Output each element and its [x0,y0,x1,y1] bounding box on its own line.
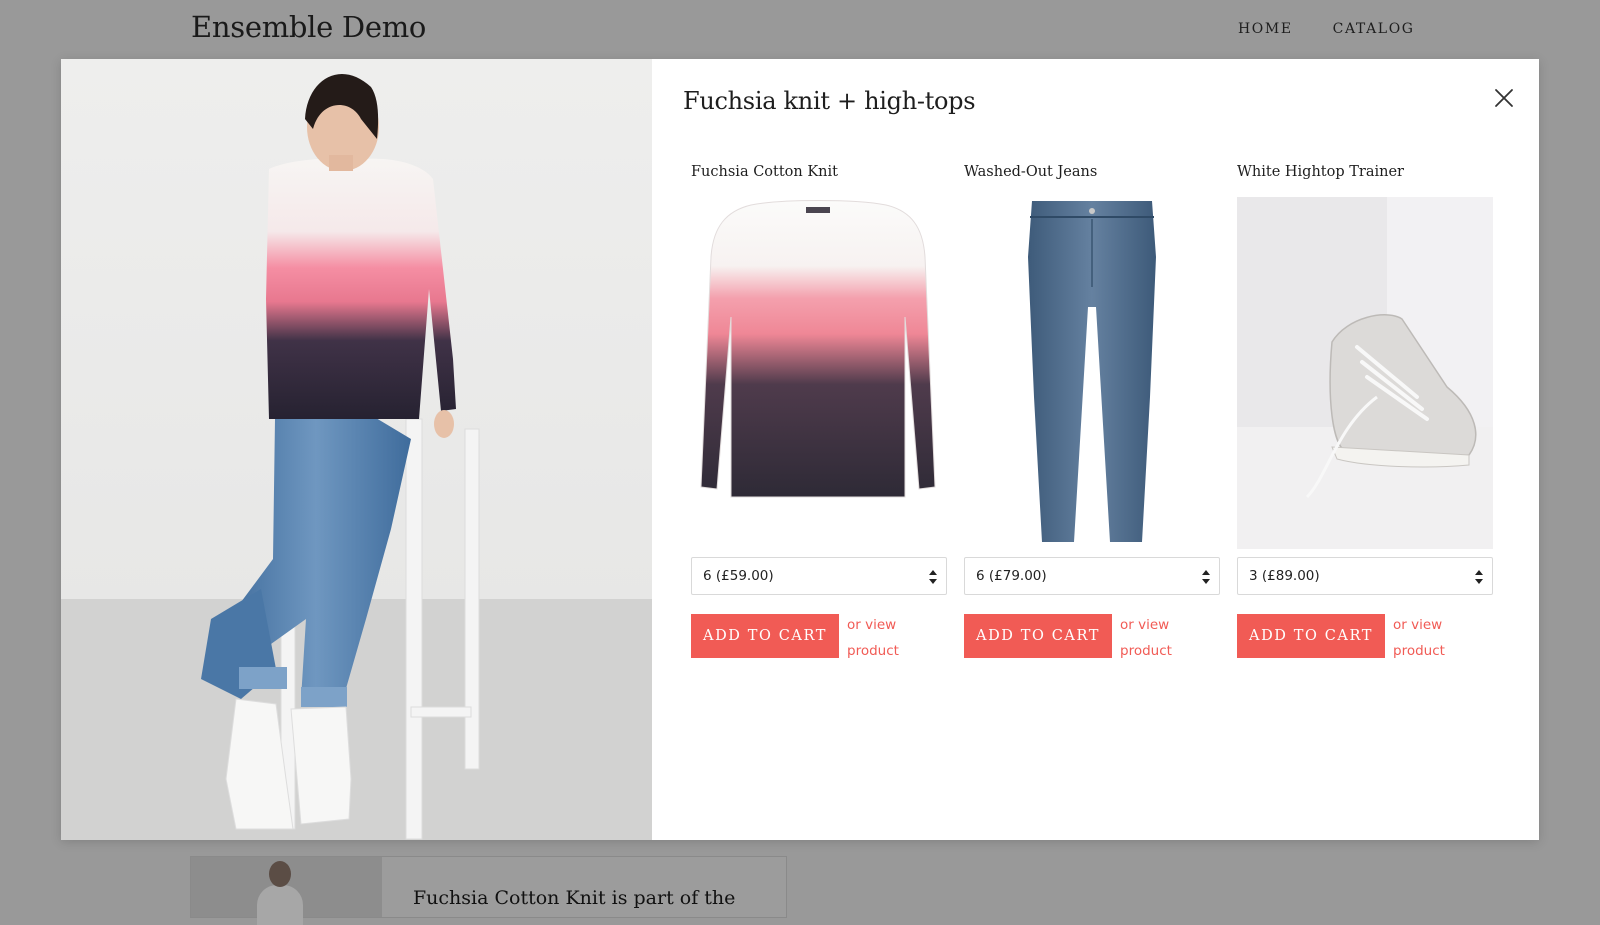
size-select-value: 6 (£59.00) [703,568,774,584]
add-to-cart-button[interactable]: ADD TO CART [964,614,1112,658]
add-to-cart-button[interactable]: ADD TO CART [1237,614,1385,658]
size-select-value: 3 (£89.00) [1249,568,1320,584]
modal-title: Fuchsia knit + high-tops [683,87,976,115]
product-card-1: Fuchsia Cotton Knit 6 (£59.00) ADD TO CA… [691,164,947,664]
ensemble-hero-image [61,59,652,840]
product-actions: ADD TO CART or view product [1237,614,1493,664]
site-title[interactable]: Ensemble Demo [191,10,426,44]
close-button[interactable] [1487,81,1521,115]
select-arrows-icon [1475,570,1483,584]
product-name[interactable]: White Hightop Trainer [1237,164,1493,184]
product-image-jeans[interactable] [964,197,1220,549]
product-actions: ADD TO CART or view product [964,614,1220,664]
product-card-3: White Hightop Trainer 3 (£89.00) ADD TO … [1237,164,1493,664]
ensemble-card: Fuchsia Cotton Knit is part of the [190,856,787,925]
product-card-2: Washed-Out Jeans 6 (£79.00) ADD TO CART … [964,164,1220,664]
view-product-link[interactable]: or view product [1120,612,1190,664]
nav-catalog[interactable]: CATALOG [1333,21,1415,37]
main-nav: HOME CATALOG [1238,21,1415,37]
site-header: Ensemble Demo HOME CATALOG [0,0,1600,60]
close-icon [1495,89,1513,107]
size-select[interactable]: 6 (£79.00) [964,557,1220,595]
view-product-link[interactable]: or view product [847,612,917,664]
product-name[interactable]: Washed-Out Jeans [964,164,1220,184]
product-name[interactable]: Fuchsia Cotton Knit [691,164,947,184]
size-select[interactable]: 6 (£59.00) [691,557,947,595]
product-actions: ADD TO CART or view product [691,614,947,664]
product-image-knit[interactable] [691,197,947,549]
size-select[interactable]: 3 (£89.00) [1237,557,1493,595]
ensemble-card-text: Fuchsia Cotton Knit is part of the [413,887,736,909]
view-product-link[interactable]: or view product [1393,612,1463,664]
add-to-cart-button[interactable]: ADD TO CART [691,614,839,658]
nav-home[interactable]: HOME [1238,21,1293,37]
ensemble-card-thumbnail [191,857,382,925]
ensemble-modal: Fuchsia knit + high-tops Fuchsia Cotton … [61,59,1539,840]
size-select-value: 6 (£79.00) [976,568,1047,584]
select-arrows-icon [1202,570,1210,584]
product-image-trainer[interactable] [1237,197,1493,549]
select-arrows-icon [929,570,937,584]
